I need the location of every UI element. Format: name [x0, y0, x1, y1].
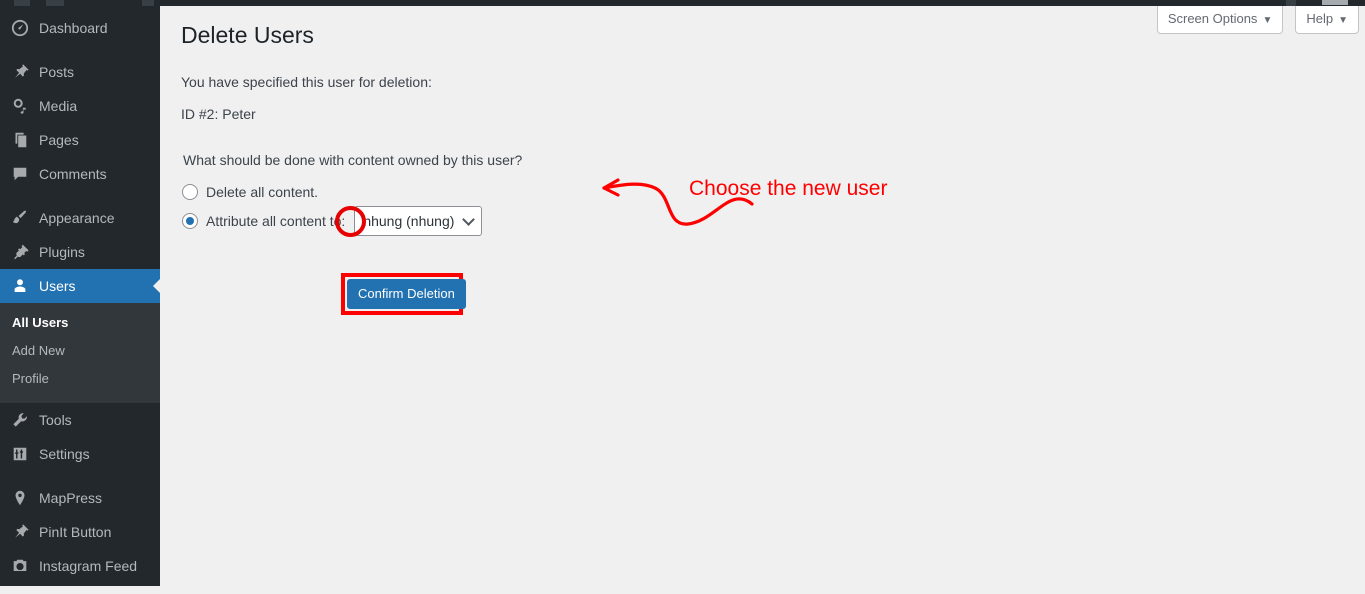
- sidebar-item-appearance[interactable]: Appearance: [0, 201, 160, 235]
- sidebar-item-users[interactable]: Users: [0, 269, 161, 303]
- plug-icon: [11, 242, 35, 262]
- submenu-item-all-users[interactable]: All Users: [0, 309, 160, 337]
- sidebar-item-label: Posts: [39, 64, 75, 80]
- map-pin-icon: [11, 488, 35, 508]
- sidebar-item-label: Comments: [39, 166, 107, 182]
- pin-icon: [11, 62, 35, 82]
- sidebar-item-label: MapPress: [39, 490, 103, 506]
- reassign-user-select[interactable]: nhung (nhung): [354, 206, 483, 236]
- deletion-intro-text: You have specified this user for deletio…: [181, 74, 432, 90]
- sidebar-item-dashboard[interactable]: Dashboard: [0, 11, 160, 45]
- sidebar-separator: [0, 45, 160, 55]
- users-submenu: All Users Add New Profile: [0, 303, 160, 403]
- help-button[interactable]: Help ▼: [1295, 6, 1359, 34]
- user-icon: [11, 276, 35, 296]
- sidebar-separator: [0, 471, 160, 481]
- sidebar-item-label: Dashboard: [39, 20, 108, 36]
- pages-icon: [11, 130, 35, 150]
- sidebar-item-tools[interactable]: Tools: [0, 403, 160, 437]
- screen-options-label: Screen Options: [1167, 11, 1258, 26]
- chevron-down-icon: ▼: [1338, 15, 1348, 26]
- admin-bar-fragment: [1286, 0, 1296, 6]
- screen-meta-links: Screen Options ▼ Help ▼: [1156, 6, 1359, 34]
- sidebar-item-posts[interactable]: Posts: [0, 55, 160, 89]
- comment-icon: [11, 164, 35, 184]
- sidebar-item-comments[interactable]: Comments: [0, 157, 160, 191]
- submenu-item-profile[interactable]: Profile: [0, 365, 160, 393]
- confirm-deletion-button[interactable]: Confirm Deletion: [347, 279, 466, 309]
- sidebar-item-pinit-button[interactable]: PinIt Button: [0, 515, 160, 549]
- sidebar-item-label: Users: [39, 278, 76, 294]
- admin-sidebar: Dashboard Posts Media Pages Comments App…: [0, 0, 161, 586]
- help-label: Help: [1306, 11, 1334, 26]
- option-delete-all-content-label: Delete all content.: [206, 184, 319, 200]
- submenu-item-add-new[interactable]: Add New: [0, 337, 160, 365]
- page-title: Delete Users: [181, 22, 314, 48]
- sidebar-item-label: PinIt Button: [39, 524, 112, 540]
- sidebar-item-label: Tools: [39, 412, 72, 428]
- wrench-icon: [11, 410, 35, 430]
- sidebar-separator: [0, 191, 160, 201]
- admin-bar-fragment: [1322, 0, 1348, 5]
- sidebar-item-pages[interactable]: Pages: [0, 123, 160, 157]
- dashboard-icon: [11, 18, 35, 38]
- admin-bar-fragment: [142, 0, 154, 6]
- content-ownership-question: What should be done with content owned b…: [183, 152, 523, 168]
- admin-bar-fragment: [46, 0, 64, 6]
- option-attribute-content-label: Attribute all content to:: [206, 213, 346, 229]
- sidebar-item-label: Settings: [39, 446, 90, 462]
- option-delete-all-content[interactable]: Delete all content.: [182, 181, 318, 203]
- sidebar-item-label: Media: [39, 98, 78, 114]
- media-icon: [11, 96, 35, 116]
- sidebar-item-instagram-feed[interactable]: Instagram Feed: [0, 549, 160, 583]
- annotation-label: Choose the new user: [689, 177, 888, 200]
- radio-delete-all-content[interactable]: [182, 184, 198, 200]
- sidebar-item-label: Instagram Feed: [39, 558, 138, 574]
- radio-attribute-all-content[interactable]: [182, 213, 198, 229]
- admin-bar: [0, 0, 1365, 6]
- option-attribute-content[interactable]: Attribute all content to: nhung (nhung): [182, 206, 483, 236]
- chevron-down-icon: ▼: [1262, 15, 1273, 26]
- reassign-user-select-wrap: nhung (nhung): [354, 206, 483, 236]
- main-content: Screen Options ▼ Help ▼ Delete Users You h…: [160, 6, 1365, 594]
- brush-icon: [11, 208, 35, 228]
- sliders-icon: [11, 444, 35, 464]
- sidebar-item-plugins[interactable]: Plugins: [0, 235, 160, 269]
- sidebar-item-mappress[interactable]: MapPress: [0, 481, 160, 515]
- sidebar-item-label: Plugins: [39, 244, 85, 260]
- sidebar-item-settings[interactable]: Settings: [0, 437, 160, 471]
- sidebar-item-media[interactable]: Media: [0, 89, 160, 123]
- sidebar-item-label: Appearance: [39, 210, 115, 226]
- pin-icon: [11, 522, 35, 542]
- admin-bar-fragment: [14, 0, 30, 6]
- deletion-user-line: ID #2: Peter: [181, 106, 256, 122]
- camera-icon: [11, 556, 35, 576]
- sidebar-item-label: Pages: [39, 132, 79, 148]
- screen-options-button[interactable]: Screen Options ▼: [1156, 6, 1284, 34]
